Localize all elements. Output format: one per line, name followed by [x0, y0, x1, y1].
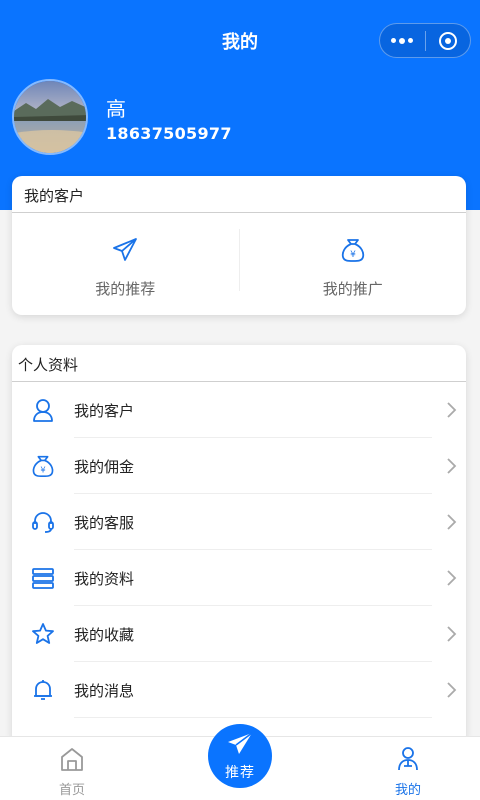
chevron-right-icon	[436, 457, 466, 475]
menu-item-label: 我的客户	[74, 401, 135, 420]
profile-card-title: 个人资料	[12, 345, 466, 382]
chevron-right-icon	[436, 569, 466, 587]
chevron-right-icon	[436, 625, 466, 643]
menu-item-my-messages[interactable]: 我的消息	[12, 662, 466, 718]
more-icon[interactable]	[380, 24, 425, 57]
paper-plane-icon	[226, 731, 254, 761]
close-icon[interactable]	[425, 24, 470, 57]
my-promotion-button[interactable]: ¥ 我的推广	[240, 213, 467, 315]
menu-item-my-commission[interactable]: ¥ 我的佣金	[12, 438, 466, 494]
recommend-fab-button[interactable]: 推荐	[208, 724, 272, 788]
server-icon	[12, 565, 74, 591]
bell-icon	[12, 677, 74, 703]
customers-card-title: 我的客户	[12, 176, 466, 213]
svg-text:¥: ¥	[40, 465, 45, 475]
money-bag-icon: ¥	[12, 453, 74, 479]
tab-home-label: 首页	[58, 783, 85, 798]
user-name: 高	[106, 97, 126, 121]
customers-card: 我的客户 我的推荐 ¥ 我的推广	[12, 176, 466, 315]
home-icon	[58, 745, 86, 777]
headset-icon	[12, 509, 74, 535]
user-phone: 18637505977	[106, 124, 232, 143]
menu-item-my-profile[interactable]: 我的资料	[12, 550, 466, 606]
my-promotion-label: 我的推广	[322, 279, 383, 298]
chevron-right-icon	[436, 401, 466, 419]
svg-text:¥: ¥	[350, 250, 356, 260]
profile-card: 个人资料 我的客户 ¥ 我的佣金 我的客服 我的资料 我的收藏 我的消息	[12, 345, 466, 745]
my-recommend-label: 我的推荐	[95, 279, 156, 298]
user-icon	[12, 397, 74, 423]
star-icon	[12, 621, 74, 647]
chevron-right-icon	[436, 681, 466, 699]
tab-mine[interactable]: 我的	[368, 737, 448, 800]
menu-item-label: 我的客服	[74, 513, 135, 532]
paper-plane-icon	[111, 236, 139, 268]
chevron-right-icon	[436, 513, 466, 531]
menu-item-label: 我的消息	[74, 681, 135, 700]
menu-item-my-customers[interactable]: 我的客户	[12, 382, 466, 438]
money-bag-icon: ¥	[339, 236, 367, 268]
tab-home[interactable]: 首页	[32, 737, 112, 800]
menu-item-my-favorites[interactable]: 我的收藏	[12, 606, 466, 662]
menu-item-label: 我的收藏	[74, 625, 135, 644]
user-tree-icon	[394, 745, 422, 777]
menu-item-label: 我的佣金	[74, 457, 135, 476]
recommend-label: 推荐	[225, 764, 255, 781]
menu-item-label: 我的资料	[74, 569, 135, 588]
my-recommend-button[interactable]: 我的推荐	[12, 213, 239, 315]
mini-program-capsule	[379, 23, 471, 58]
menu-item-my-service[interactable]: 我的客服	[12, 494, 466, 550]
tab-mine-label: 我的	[394, 783, 421, 798]
avatar[interactable]	[12, 79, 88, 155]
